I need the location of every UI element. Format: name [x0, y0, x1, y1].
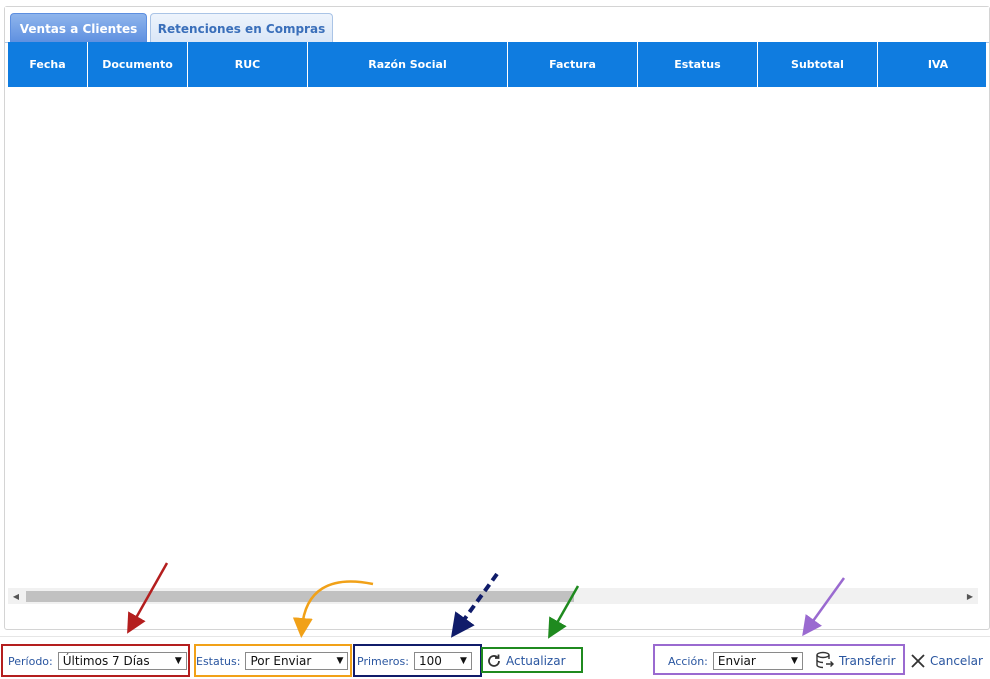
- app-root: Ventas a Clientes Retenciones en Compras…: [0, 0, 990, 679]
- column-header-fecha[interactable]: Fecha: [8, 42, 88, 87]
- table-header: Fecha Documento RUC Razón Social Factura…: [8, 42, 986, 87]
- column-header-razon-social[interactable]: Razón Social: [308, 42, 508, 87]
- arrow-left-icon[interactable]: ◀: [8, 588, 24, 604]
- horizontal-scrollbar[interactable]: ◀ ▶: [8, 588, 978, 604]
- cancelar-button[interactable]: Cancelar: [910, 653, 983, 669]
- arrow-right-icon[interactable]: ▶: [962, 588, 978, 604]
- column-header-subtotal[interactable]: Subtotal: [758, 42, 878, 87]
- column-header-ruc[interactable]: RUC: [188, 42, 308, 87]
- annotation-box-estatus: [194, 644, 352, 677]
- column-header-iva[interactable]: IVA: [878, 42, 986, 87]
- cancelar-label: Cancelar: [930, 654, 983, 668]
- cancelar-group: Cancelar: [910, 645, 983, 677]
- annotation-box-actualizar: [481, 647, 583, 673]
- tab-ventas-a-clientes[interactable]: Ventas a Clientes: [10, 13, 147, 43]
- tab-retenciones-en-compras[interactable]: Retenciones en Compras: [150, 13, 333, 43]
- annotation-box-accion: [653, 644, 905, 675]
- annotation-box-primeros: [353, 644, 482, 677]
- main-panel: Ventas a Clientes Retenciones en Compras: [4, 6, 990, 630]
- scrollbar-thumb[interactable]: [26, 591, 574, 602]
- column-header-factura[interactable]: Factura: [508, 42, 638, 87]
- column-header-documento[interactable]: Documento: [88, 42, 188, 87]
- column-header-estatus[interactable]: Estatus: [638, 42, 758, 87]
- tab-bar: Ventas a Clientes Retenciones en Compras: [5, 7, 989, 43]
- close-icon: [911, 654, 925, 668]
- annotation-box-periodo: [1, 644, 190, 677]
